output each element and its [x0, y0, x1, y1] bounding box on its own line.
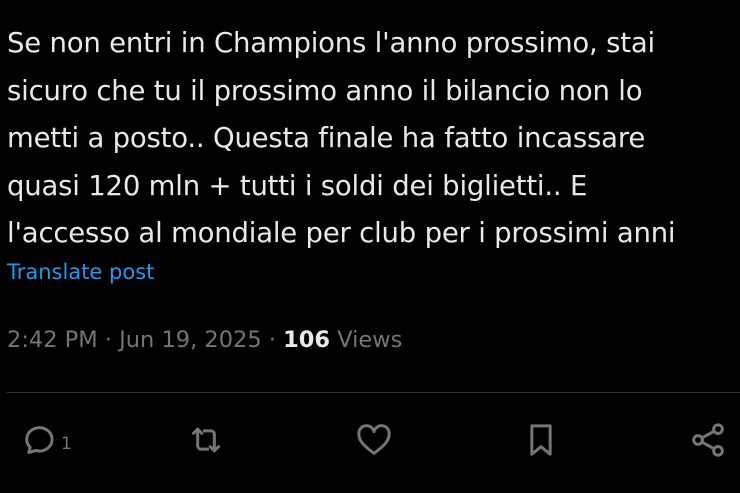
- reply-icon: [18, 420, 58, 460]
- bookmark-button[interactable]: [521, 420, 561, 460]
- repost-button[interactable]: [186, 420, 226, 460]
- share-button[interactable]: [688, 420, 728, 460]
- heart-icon: [354, 420, 394, 460]
- post-date[interactable]: Jun 19, 2025: [119, 327, 262, 353]
- share-icon: [688, 420, 728, 460]
- views-count: 106: [283, 327, 331, 353]
- meta-separator: ·: [104, 327, 112, 353]
- post-text-line: l'accesso al mondiale per club per i pro…: [7, 217, 676, 249]
- reply-count: 1: [61, 434, 72, 454]
- post-text: Se non entri in Champions l'anno prossim…: [7, 20, 735, 258]
- meta-separator: ·: [268, 327, 276, 353]
- post-text-line: quasi 120 mln + tutti i soldi dei biglie…: [7, 169, 588, 202]
- post-metadata: 2:42 PM · Jun 19, 2025 · 106 Views: [7, 324, 402, 356]
- reply-button[interactable]: 1: [18, 420, 72, 460]
- bookmark-icon: [521, 420, 561, 460]
- post-text-line: sicuro che tu il prossimo anno il bilanc…: [7, 74, 643, 107]
- translate-post-link[interactable]: Translate post: [7, 257, 154, 287]
- post-time[interactable]: 2:42 PM: [7, 327, 98, 353]
- post-text-line: metti a posto.. Questa finale ha fatto i…: [7, 122, 646, 154]
- post-text-line: Se non entri in Champions l'anno prossim…: [7, 27, 655, 59]
- repost-icon: [186, 420, 226, 460]
- like-button[interactable]: [354, 420, 394, 460]
- views-label: Views: [337, 327, 403, 353]
- divider: [7, 392, 740, 393]
